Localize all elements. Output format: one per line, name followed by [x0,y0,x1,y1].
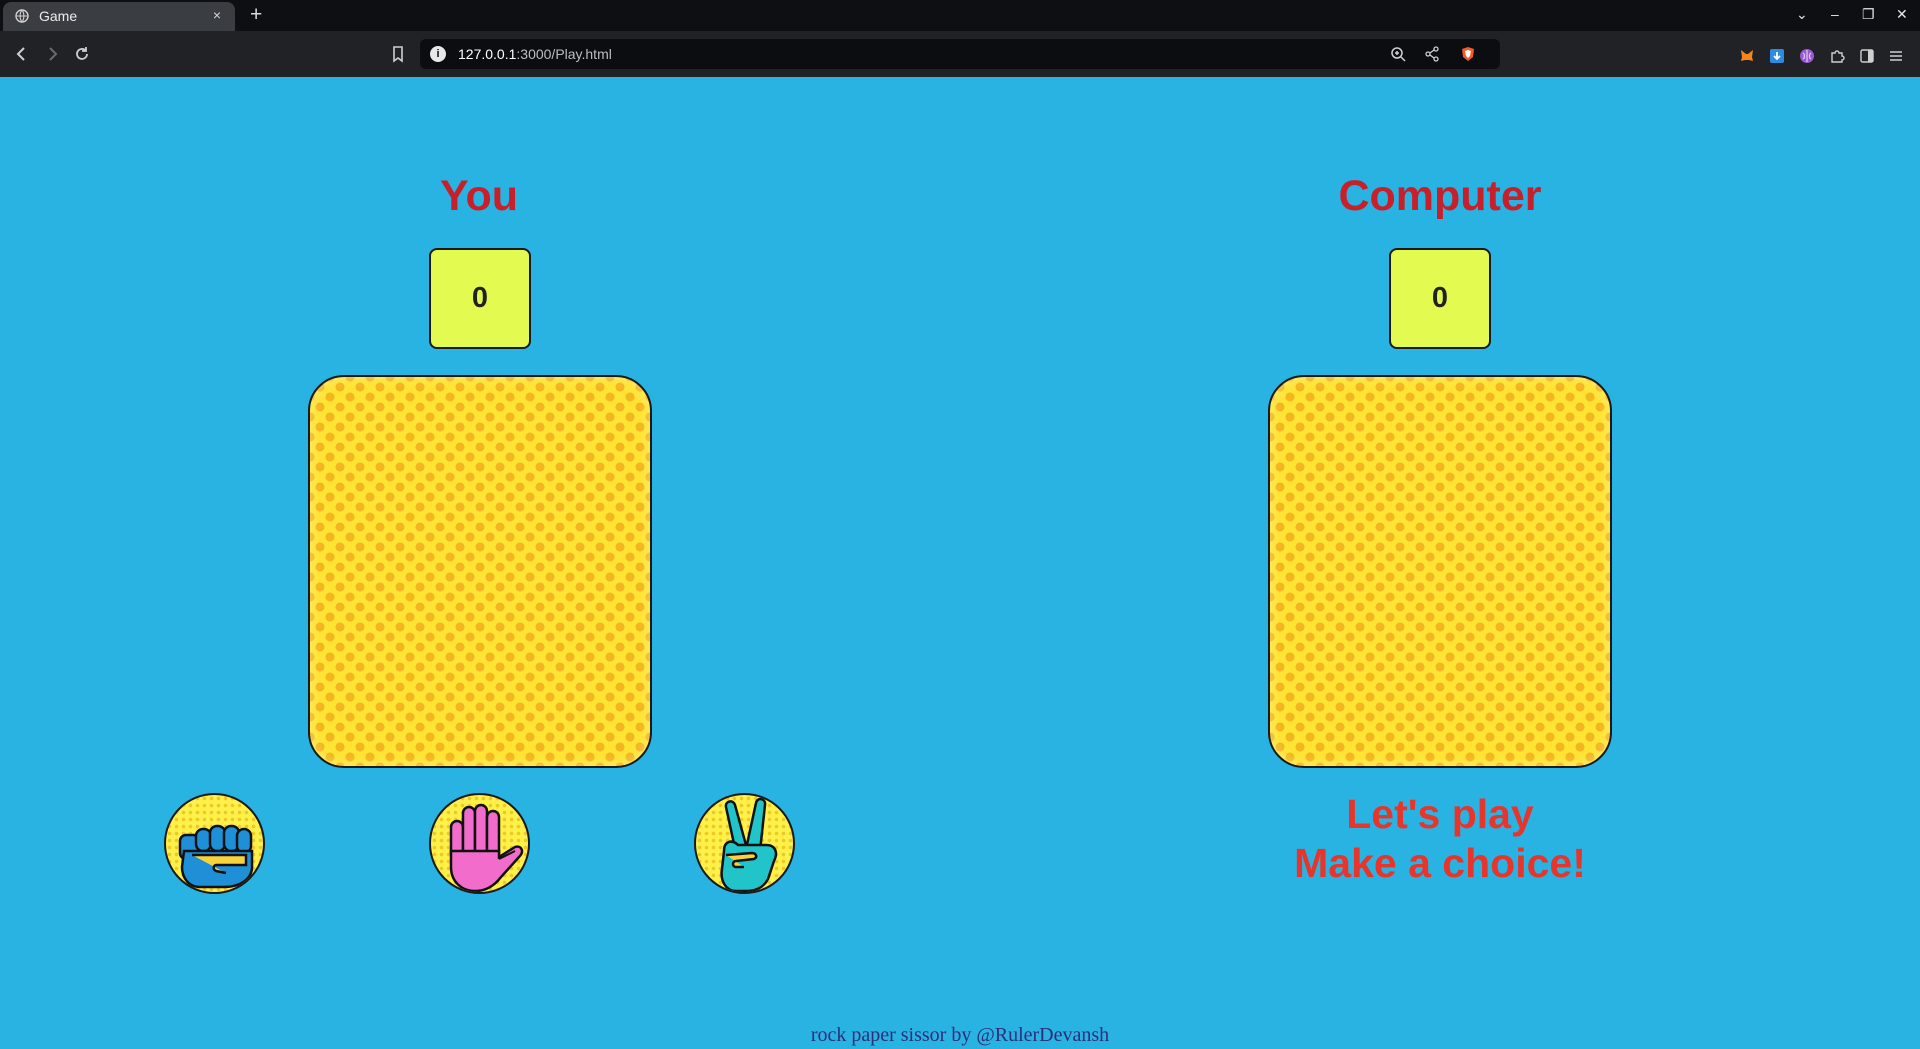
player-title: You [439,172,519,220]
sidebar-icon[interactable] [1859,48,1875,64]
player-score: 0 [429,248,531,349]
fist-icon [178,824,254,889]
rock-button[interactable] [164,793,265,894]
new-tab-button[interactable]: + [250,3,262,27]
site-info-icon[interactable]: i [430,46,446,62]
download-extension-icon[interactable] [1769,48,1785,64]
restore-button[interactable]: ❐ [1862,6,1875,23]
browser-tab[interactable]: Game × [3,2,235,31]
zoom-icon[interactable] [1390,46,1406,62]
close-window-button[interactable]: ✕ [1896,6,1908,23]
scissors-button[interactable] [694,793,795,894]
computer-score: 0 [1389,248,1491,349]
browser-toolbar: i 127.0.0.1:3000/Play.html [0,31,1920,77]
player-choice-card [308,375,652,768]
computer-choice-card [1268,375,1612,768]
forward-icon[interactable] [42,44,62,64]
menu-icon[interactable] [1888,48,1904,64]
status-message-line1: Let's play [1346,791,1534,837]
status-message-line2: Make a choice! [1294,840,1586,886]
footer-credit: rock paper sissor by @RulerDevansh [810,1024,1110,1046]
tab-title: Game [39,8,78,24]
tab-close-icon[interactable]: × [213,7,221,23]
address-bar[interactable]: i 127.0.0.1:3000/Play.html [420,39,1500,69]
reload-icon[interactable] [72,44,92,64]
brave-shield-icon[interactable] [1460,46,1476,62]
back-icon[interactable] [12,44,32,64]
status-message: Let's play Make a choice! [1240,790,1640,888]
extensions-puzzle-icon[interactable] [1829,48,1845,64]
tab-search-icon[interactable]: ⌄ [1796,6,1808,23]
brain-extension-icon[interactable] [1799,48,1815,64]
paper-button[interactable] [429,793,530,894]
minimize-button[interactable]: – [1831,6,1839,22]
peace-hand-icon [720,797,778,892]
open-hand-icon [449,803,524,892]
metamask-icon[interactable] [1739,48,1755,64]
url-text: 127.0.0.1:3000/Play.html [458,46,612,62]
browser-tab-strip: Game × + ⌄ – ❐ ✕ [0,0,1920,31]
computer-title: Computer [1338,172,1542,220]
globe-icon [15,9,29,23]
share-icon[interactable] [1424,46,1440,62]
bookmark-icon[interactable] [388,44,408,64]
